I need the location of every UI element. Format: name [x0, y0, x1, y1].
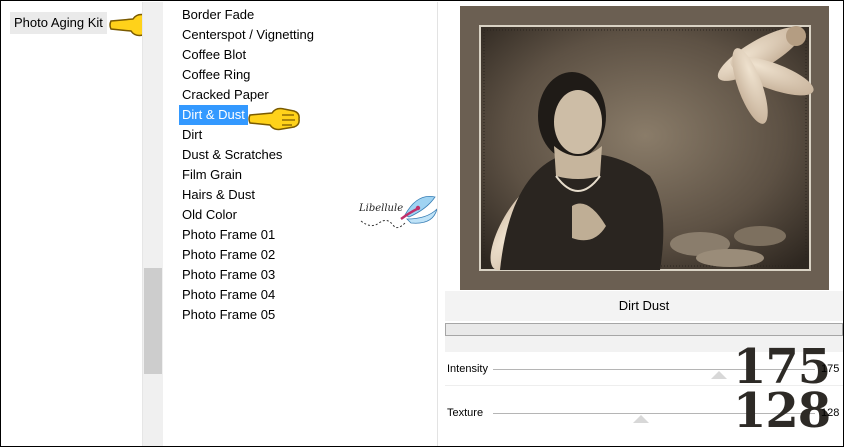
intensity-slider-thumb[interactable]	[711, 371, 727, 379]
watermark-text: Libellule	[359, 203, 404, 214]
filter-item-dust-and-scratches[interactable]: Dust & Scratches	[179, 145, 285, 165]
settings-panel: Dirt Dust Intensity 175 175 Texture 128 …	[445, 291, 843, 446]
texture-big-value: 128	[733, 383, 831, 439]
settings-title: Dirt Dust	[445, 291, 843, 321]
dragonfly-icon	[360, 196, 438, 229]
filter-dialog: Photo Aging Kit Border Fade Centerspot /…	[0, 0, 844, 447]
filter-item-old-color[interactable]: Old Color	[179, 205, 240, 225]
category-list: Photo Aging Kit	[2, 2, 142, 446]
texture-label: Texture	[447, 407, 484, 419]
intensity-label: Intensity	[447, 363, 488, 375]
filter-item-dirt[interactable]: Dirt	[179, 125, 205, 145]
texture-slider-thumb[interactable]	[633, 415, 649, 423]
preset-bar[interactable]	[445, 323, 843, 336]
filter-item-photo-frame-05[interactable]: Photo Frame 05	[179, 305, 278, 325]
filter-item-coffee-blot[interactable]: Coffee Blot	[179, 45, 249, 65]
param-texture: Texture 128 128	[445, 387, 843, 435]
filter-item-centerspot-vignetting[interactable]: Centerspot / Vignetting	[179, 25, 317, 45]
filter-item-photo-frame-02[interactable]: Photo Frame 02	[179, 245, 278, 265]
watermark: Libellule	[357, 189, 441, 239]
category-scrollbar[interactable]	[142, 2, 164, 446]
filter-item-photo-frame-01[interactable]: Photo Frame 01	[179, 225, 278, 245]
pane-divider	[437, 2, 438, 446]
filter-item-coffee-ring[interactable]: Coffee Ring	[179, 65, 253, 85]
pointing-hand-icon	[248, 107, 300, 131]
category-item-photo-aging-kit[interactable]: Photo Aging Kit	[10, 12, 107, 34]
filter-item-film-grain[interactable]: Film Grain	[179, 165, 245, 185]
filter-item-photo-frame-04[interactable]: Photo Frame 04	[179, 285, 278, 305]
preview-image	[460, 6, 829, 290]
filter-item-dirt-and-dust[interactable]: Dirt & Dust	[179, 105, 248, 125]
filter-item-photo-frame-03[interactable]: Photo Frame 03	[179, 265, 278, 285]
texture-value[interactable]: 128	[821, 407, 839, 419]
filter-item-cracked-paper[interactable]: Cracked Paper	[179, 85, 272, 105]
param-intensity: Intensity 175 175	[445, 343, 843, 391]
filter-item-border-fade[interactable]: Border Fade	[179, 5, 257, 25]
filter-item-hairs-and-dust[interactable]: Hairs & Dust	[179, 185, 258, 205]
scrollbar-thumb[interactable]	[144, 268, 162, 374]
intensity-value[interactable]: 175	[821, 363, 839, 375]
